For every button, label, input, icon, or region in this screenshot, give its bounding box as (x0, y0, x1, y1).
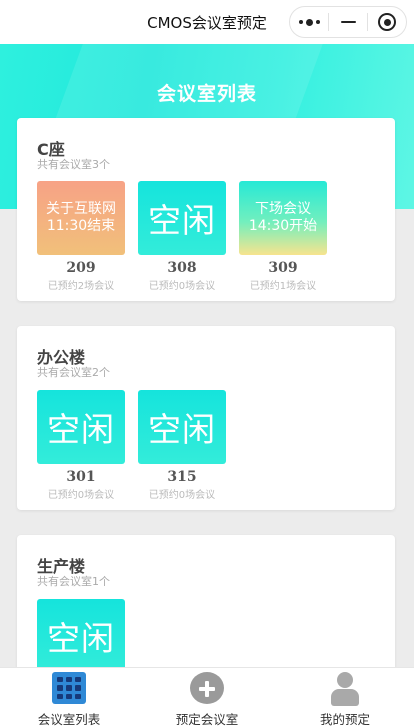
room-booked-count: 已预约0场会议 (148, 490, 216, 501)
room-booked-count: 已预约2场会议 (47, 281, 115, 292)
room-status-line: 14:30开始 (248, 218, 318, 234)
room-status-tile[interactable]: 下场会议 14:30开始 (239, 181, 327, 255)
user-icon (328, 672, 362, 706)
building-card: 办公楼 共有会议室2个 空闲 301 已预约0场会议 空闲 315 已预约0场会… (17, 326, 395, 510)
grid-list-icon (52, 672, 86, 704)
building-list[interactable]: C座 共有会议室3个 关于互联网 11:30结束 209 已预约2场会议 空闲 … (0, 44, 414, 667)
room-count: 共有会议室2个 (37, 366, 110, 379)
room-booked-count: 已预约0场会议 (148, 281, 216, 292)
room-status-line: 11:30结束 (46, 218, 116, 234)
target-circle-icon (378, 13, 396, 31)
room-status-line: 关于互联网 (46, 201, 116, 217)
room-item[interactable]: 空闲 308 已预约0场会议 (138, 181, 226, 292)
room-booked-count: 已预约0场会议 (47, 490, 115, 501)
app-title: CMOS会议室预定 (147, 13, 267, 32)
room-status-tile[interactable]: 空闲 (138, 181, 226, 255)
tab-book-room[interactable]: 预定会议室 (138, 668, 276, 728)
room-status-tile[interactable]: 空闲 (138, 390, 226, 464)
room-booked-count: 已预约1场会议 (249, 281, 317, 292)
tab-label: 会议室列表 (37, 712, 101, 727)
room-status-tile[interactable]: 关于互联网 11:30结束 (37, 181, 125, 255)
room-status-tile[interactable]: 空闲 (37, 390, 125, 464)
room-item[interactable]: 空闲 (37, 599, 125, 667)
room-item[interactable]: 关于互联网 11:30结束 209 已预约2场会议 (37, 181, 125, 292)
room-status-line: 空闲 (148, 410, 216, 449)
minimize-button[interactable] (329, 7, 367, 37)
room-number: 309 (268, 260, 298, 276)
tab-label: 预定会议室 (175, 712, 239, 727)
room-status-line: 下场会议 (255, 201, 311, 217)
room-number: 315 (167, 469, 197, 485)
plus-circle-icon (190, 672, 224, 704)
minimize-icon (340, 21, 356, 23)
tab-room-list[interactable]: 会议室列表 (0, 668, 138, 728)
room-number: 301 (66, 469, 96, 485)
room-number: 308 (167, 260, 197, 276)
building-card: C座 共有会议室3个 关于互联网 11:30结束 209 已预约2场会议 空闲 … (17, 118, 395, 301)
close-button[interactable] (368, 7, 406, 37)
room-status-line: 空闲 (47, 619, 115, 658)
room-count: 共有会议室1个 (37, 575, 110, 588)
tab-bar: 会议室列表 预定会议室 我的预定 (0, 667, 414, 728)
room-item[interactable]: 空闲 315 已预约0场会议 (138, 390, 226, 501)
room-item[interactable]: 下场会议 14:30开始 309 已预约1场会议 (239, 181, 327, 292)
tab-my-bookings[interactable]: 我的预定 (276, 668, 414, 728)
tab-label: 我的预定 (319, 712, 370, 727)
room-number: 209 (66, 260, 96, 276)
mini-program-capsule (289, 6, 407, 38)
room-item[interactable]: 空闲 301 已预约0场会议 (37, 390, 125, 501)
building-card: 生产楼 共有会议室1个 空闲 (17, 535, 395, 667)
title-bar: CMOS会议室预定 (0, 0, 414, 44)
more-dots-icon (298, 18, 320, 26)
room-status-tile[interactable]: 空闲 (37, 599, 125, 667)
more-button[interactable] (290, 7, 328, 37)
room-status-line: 空闲 (47, 410, 115, 449)
room-status-line: 空闲 (148, 201, 216, 240)
room-count: 共有会议室3个 (37, 158, 110, 171)
